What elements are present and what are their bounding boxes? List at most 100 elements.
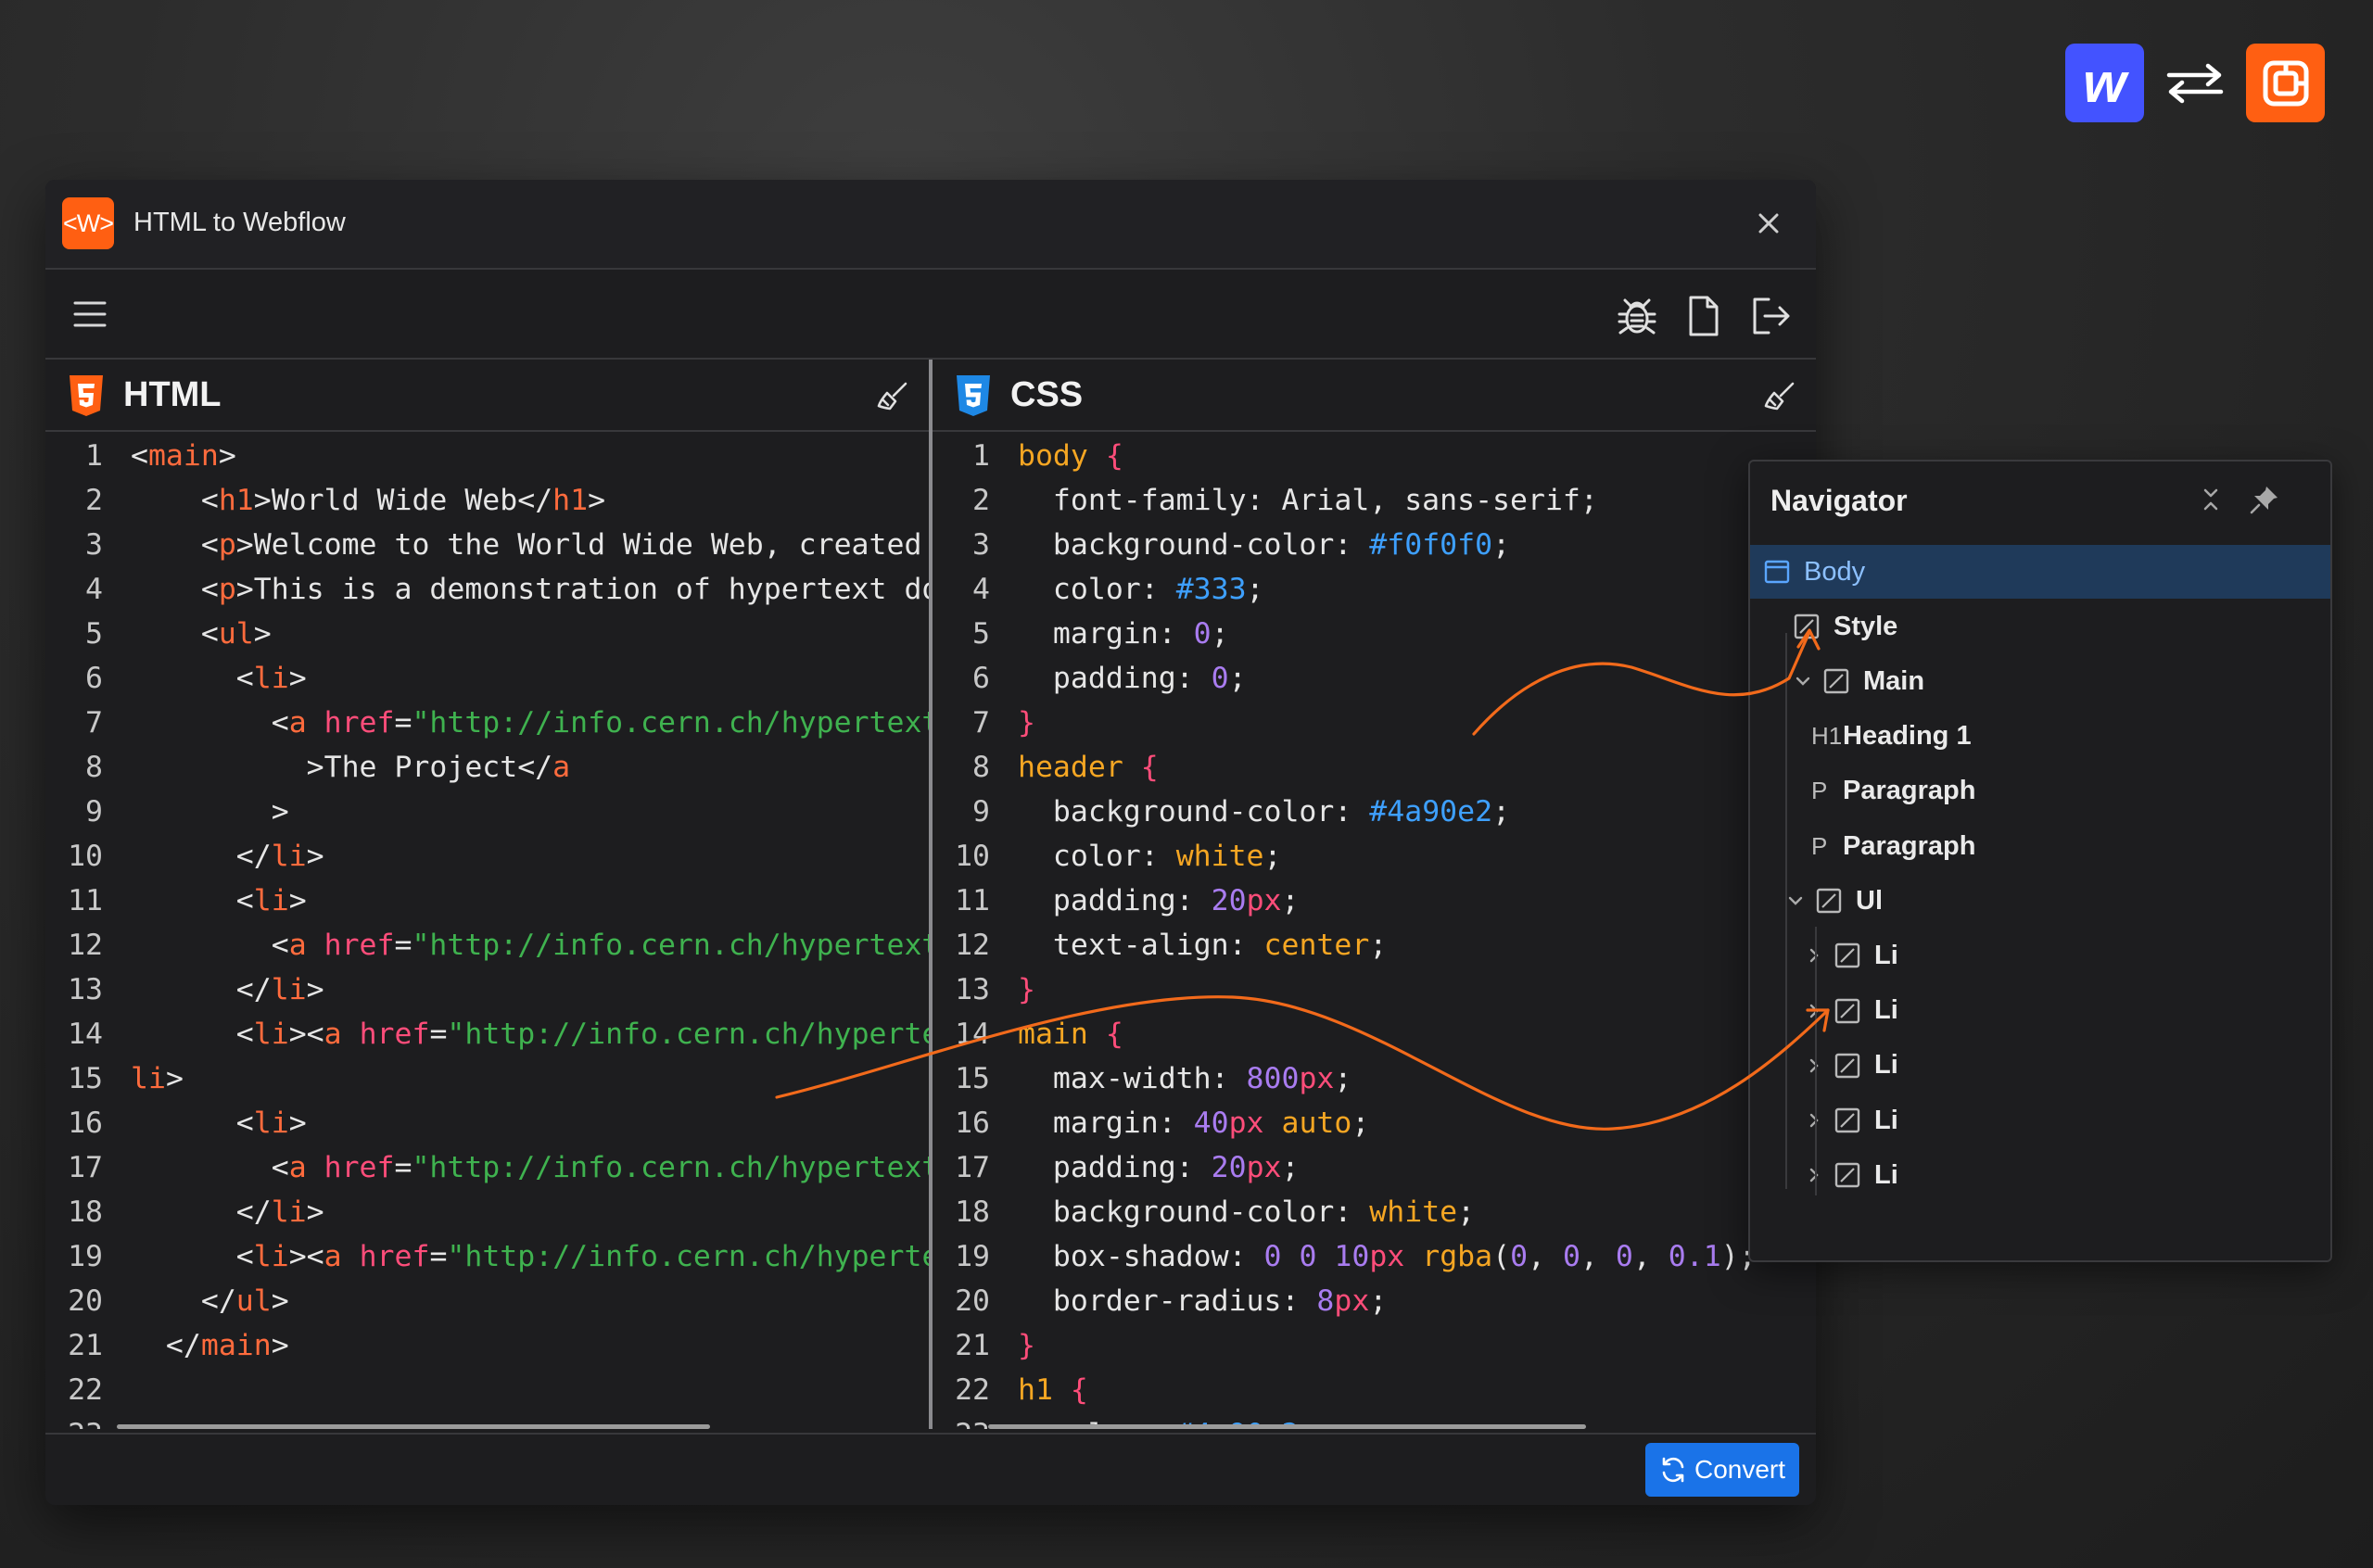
html-horizontal-scrollbar[interactable] <box>117 1424 710 1429</box>
chevron-right-icon[interactable] <box>1804 1110 1824 1131</box>
code-line[interactable]: 2 <h1>World Wide Web</h1> <box>45 478 929 523</box>
code-line[interactable]: 9 background-color: #4a90e2; <box>933 790 1816 834</box>
code-line[interactable]: 7 <a href="http://info.cern.ch/hypertext… <box>45 701 929 745</box>
navigator-item-li[interactable]: Li <box>1750 1094 2330 1147</box>
export-icon[interactable] <box>1748 294 1793 338</box>
code-line[interactable]: 15 max-width: 800px; <box>933 1056 1816 1101</box>
bug-icon[interactable] <box>1615 294 1659 338</box>
code-token: li <box>253 1240 289 1273</box>
code-line[interactable]: 12 <a href="http://info.cern.ch/hypertex… <box>45 923 929 967</box>
code-token: "http://info.cern.ch/hypertext/WWW/Help.… <box>447 1018 929 1051</box>
code-line[interactable]: 10 color: white; <box>933 834 1816 879</box>
code-line[interactable]: 4 color: #333; <box>933 567 1816 612</box>
code-line[interactable]: 8 header { <box>933 745 1816 790</box>
code-line[interactable]: 5 margin: 0; <box>933 612 1816 656</box>
line-number: 9 <box>972 795 990 828</box>
code-line[interactable]: 3 background-color: #f0f0f0; <box>933 523 1816 567</box>
code-token: = <box>394 929 412 962</box>
code-line[interactable]: 15 li> <box>45 1056 929 1101</box>
code-line[interactable]: 20 border-radius: 8px; <box>933 1279 1816 1323</box>
navigator-item-style[interactable]: Style <box>1750 600 2330 653</box>
code-token: >This is a demonstration of hypertext do… <box>235 573 929 606</box>
code-line[interactable]: 14 <li><a href="http://info.cern.ch/hype… <box>45 1012 929 1056</box>
code-line[interactable]: 4 <p>This is a demonstration of hypertex… <box>45 567 929 612</box>
chevron-down-icon[interactable] <box>1793 671 1813 691</box>
line-number: 18 <box>955 1195 990 1229</box>
navigator-item-paragraph[interactable]: P Paragraph <box>1750 765 2330 818</box>
code-line[interactable]: 1 body { <box>933 434 1816 478</box>
code-line[interactable]: 11 padding: 20px; <box>933 879 1816 923</box>
navigator-item-paragraph[interactable]: P Paragraph <box>1750 819 2330 873</box>
code-line[interactable]: 9 > <box>45 790 929 834</box>
navigator-item-li[interactable]: Li <box>1750 1039 2330 1093</box>
code-line[interactable]: 21} <box>933 1323 1816 1368</box>
code-line[interactable]: 13 </li> <box>45 967 929 1012</box>
code-token: color: <box>1018 573 1176 606</box>
code-line[interactable]: 18 background-color: white; <box>933 1190 1816 1234</box>
navigator-item-li[interactable]: Li <box>1750 984 2330 1038</box>
code-line[interactable]: 8 >The Project</a <box>45 745 929 790</box>
navigator-item-label: Body <box>1804 556 1866 587</box>
chevron-down-icon[interactable] <box>1785 891 1806 911</box>
file-icon[interactable] <box>1681 294 1726 338</box>
code-token: href <box>324 929 395 962</box>
convert-button[interactable]: Convert <box>1645 1443 1799 1497</box>
code-line[interactable]: 17 padding: 20px; <box>933 1145 1816 1190</box>
broom-icon[interactable] <box>1762 380 1796 413</box>
code-token: box-shadow: <box>1018 1240 1264 1273</box>
code-line[interactable]: 3 <p>Welcome to the World Wide Web, crea… <box>45 523 929 567</box>
code-line[interactable]: 11 <li> <box>45 879 929 923</box>
code-token: > <box>288 884 307 917</box>
code-line[interactable]: 19 box-shadow: 0 0 10px rgba(0, 0, 0, 0.… <box>933 1234 1816 1279</box>
navigator-item-heading-1[interactable]: H1 Heading 1 <box>1750 710 2330 764</box>
code-token: ; <box>1457 1195 1476 1229</box>
code-line[interactable]: 10 </li> <box>45 834 929 879</box>
close-icon[interactable] <box>1753 208 1784 239</box>
code-line[interactable]: 21 </main> <box>45 1323 929 1368</box>
html5-icon <box>68 375 105 416</box>
navigator-item-main[interactable]: Main <box>1750 654 2330 708</box>
code-line[interactable]: 22 <box>45 1368 929 1412</box>
code-token: 20 <box>1211 884 1247 917</box>
code-line[interactable]: 16 margin: 40px auto; <box>933 1101 1816 1145</box>
code-line[interactable]: 13} <box>933 967 1816 1012</box>
navigator-item-body[interactable]: Body <box>1750 545 2330 599</box>
collapse-icon[interactable] <box>2197 486 2225 513</box>
chevron-right-icon[interactable] <box>1804 1056 1824 1076</box>
code-token: 0 <box>1263 1240 1282 1273</box>
code-line[interactable]: 17 <a href="http://info.cern.ch/hypertex… <box>45 1145 929 1190</box>
hamburger-menu-icon[interactable] <box>71 297 108 331</box>
code-token: < <box>131 528 219 562</box>
code-line[interactable]: 6 padding: 0; <box>933 656 1816 701</box>
css-horizontal-scrollbar[interactable] <box>988 1424 1586 1429</box>
navigator-item-ul[interactable]: Ul <box>1750 874 2330 928</box>
chevron-right-icon[interactable] <box>1804 945 1824 966</box>
chevron-right-icon[interactable] <box>1804 1001 1824 1021</box>
line-number: 5 <box>972 617 990 651</box>
code-line[interactable]: 12 text-align: center; <box>933 923 1816 967</box>
code-line[interactable]: 16 <li> <box>45 1101 929 1145</box>
css-code-editor[interactable]: 1 body {2 font-family: Arial, sans-serif;… <box>933 432 1816 1429</box>
code-line[interactable]: 1 <main> <box>45 434 929 478</box>
code-line[interactable]: 14 main { <box>933 1012 1816 1056</box>
navigator-item-li[interactable]: Li <box>1750 1148 2330 1202</box>
code-line[interactable]: 18 </li> <box>45 1190 929 1234</box>
code-line[interactable]: 2 font-family: Arial, sans-serif; <box>933 478 1816 523</box>
code-line[interactable]: 6 <li> <box>45 656 929 701</box>
code-line[interactable]: 22 h1 { <box>933 1368 1816 1412</box>
html-code-editor[interactable]: 1 <main> 2 <h1>World Wide Web</h1> 3 <p>Wel… <box>45 432 929 1429</box>
pin-icon[interactable] <box>2249 484 2280 515</box>
code-line[interactable]: 7} <box>933 701 1816 745</box>
code-line[interactable]: 5 <ul> <box>45 612 929 656</box>
code-line[interactable]: 20 </ul> <box>45 1279 929 1323</box>
code-token: li <box>253 1106 289 1140</box>
title-bar: <W> HTML to Webflow <box>45 180 1816 270</box>
chevron-right-icon[interactable] <box>1804 1165 1824 1185</box>
navigator-item-li[interactable]: Li <box>1750 929 2330 982</box>
broom-icon[interactable] <box>875 380 908 413</box>
code-line[interactable]: 19 <li><a href="http://info.cern.ch/hype… <box>45 1234 929 1279</box>
tree-guide-line <box>1815 927 1817 1195</box>
